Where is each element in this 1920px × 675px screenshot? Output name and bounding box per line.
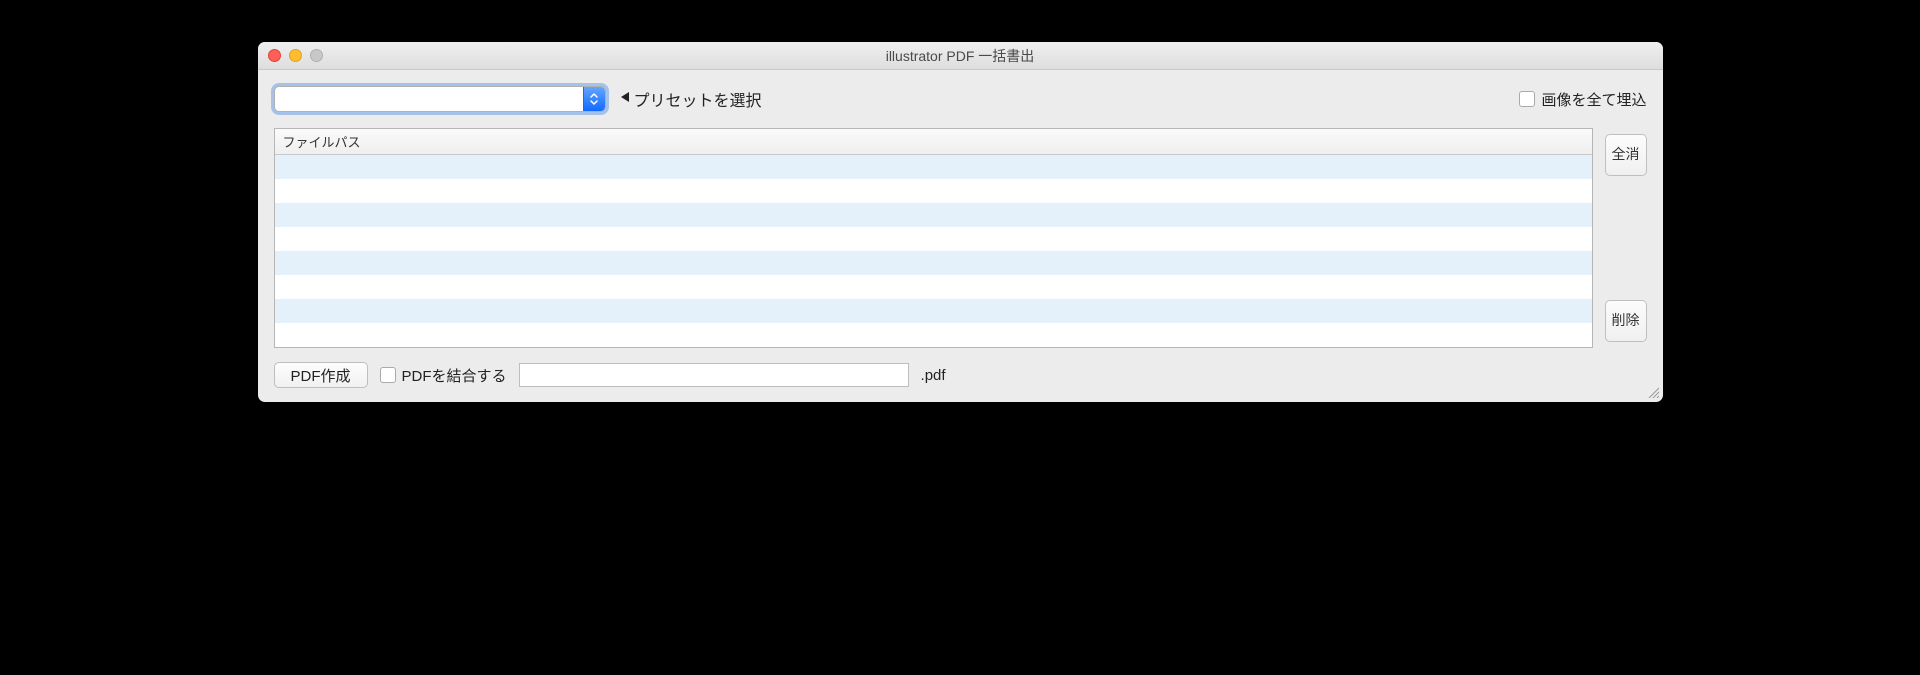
minimize-button[interactable] [289,49,302,62]
filename-input[interactable] [519,363,909,387]
file-list-header: ファイルパス [275,129,1592,155]
titlebar: illustrator PDF 一括書出 [258,42,1663,70]
table-row[interactable] [275,323,1592,347]
traffic-lights [258,49,323,62]
side-buttons: 全消 削除 [1605,128,1647,348]
file-list-rows [275,155,1592,347]
preset-hint: プリセットを選択 [620,87,762,111]
content-area: プリセットを選択 画像を全て埋込 ファイルパス [258,70,1663,402]
table-row[interactable] [275,275,1592,299]
triangle-left-icon [620,90,630,108]
preset-hint-text: プリセットを選択 [634,87,762,111]
table-row[interactable] [275,251,1592,275]
mid-row: ファイルパス 全消 削除 [274,128,1647,348]
bottom-row: PDF作成 PDFを結合する .pdf [274,362,1647,388]
resize-grip-icon[interactable] [1647,386,1659,398]
preset-select[interactable] [274,86,606,112]
table-row[interactable] [275,155,1592,179]
close-button[interactable] [268,49,281,62]
window-title: illustrator PDF 一括書出 [258,46,1663,66]
delete-button[interactable]: 削除 [1605,300,1647,342]
dialog-window: illustrator PDF 一括書出 プリセットを選択 [258,42,1663,402]
table-row[interactable] [275,227,1592,251]
checkbox-icon [380,367,396,383]
create-pdf-button[interactable]: PDF作成 [274,362,368,388]
table-row[interactable] [275,179,1592,203]
table-row[interactable] [275,299,1592,323]
maximize-button [310,49,323,62]
merge-pdf-label: PDFを結合する [402,365,507,386]
top-row: プリセットを選択 画像を全て埋込 [274,86,1647,112]
table-row[interactable] [275,203,1592,227]
clear-all-button[interactable]: 全消 [1605,134,1647,176]
preset-value [275,87,583,111]
preset-stepper-icon [583,87,605,111]
embed-images-label: 画像を全て埋込 [1541,89,1646,110]
extension-label: .pdf [921,367,946,384]
file-list[interactable]: ファイルパス [274,128,1593,348]
merge-pdf-checkbox[interactable]: PDFを結合する [380,365,507,386]
checkbox-icon [1519,91,1535,107]
embed-images-checkbox[interactable]: 画像を全て埋込 [1519,89,1646,110]
